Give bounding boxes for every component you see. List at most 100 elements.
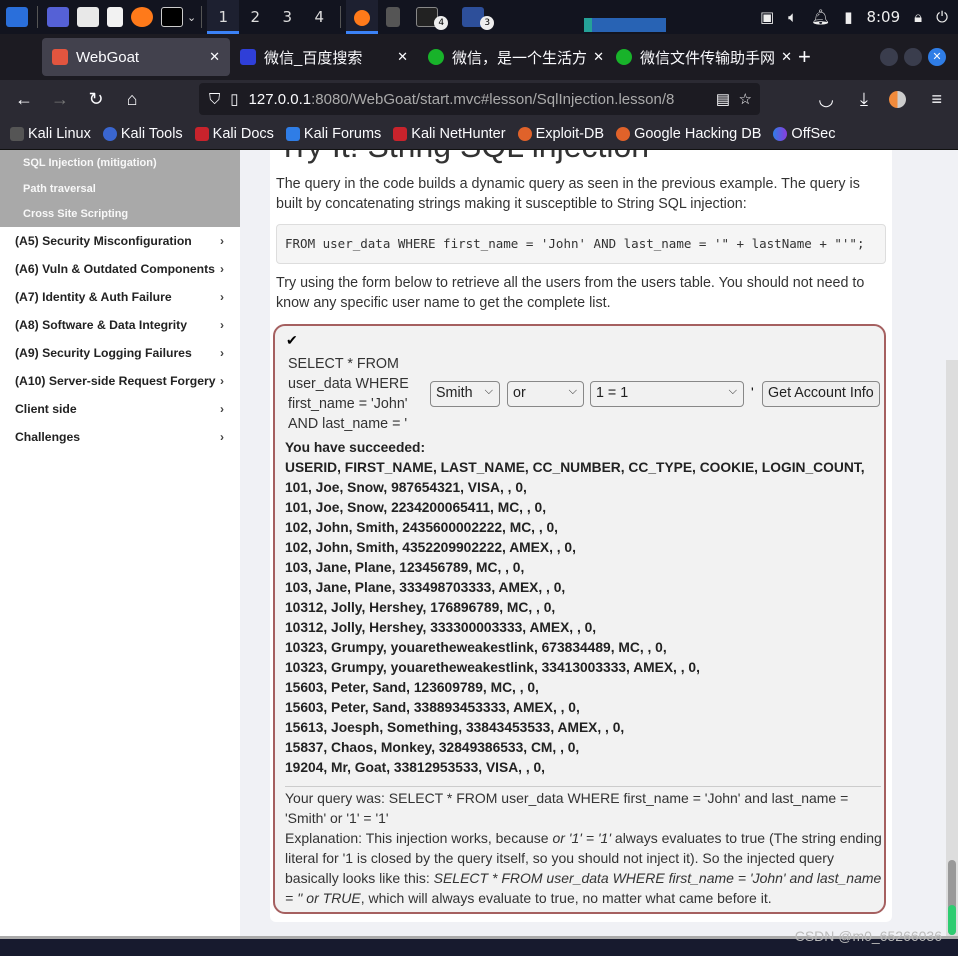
bookmark-kali-linux[interactable]: Kali Linux [10, 126, 91, 142]
page-scrollbar[interactable] [946, 360, 958, 940]
condition-select[interactable]: 1 = 1 ⌵ [590, 381, 744, 407]
home-icon[interactable]: ⌂ [114, 89, 150, 110]
bookmark-kali-tools[interactable]: Kali Tools [102, 126, 183, 142]
logout-icon[interactable]: ⏻ [936, 8, 948, 26]
lock-icon[interactable]: 🔒︎ [914, 8, 922, 26]
operator-select[interactable]: or ⌵ [507, 381, 584, 407]
result-row: 10312, Jolly, Hershey, 333300003333, AME… [285, 620, 597, 635]
reload-icon[interactable]: ↻ [78, 89, 114, 110]
lesson-intro: The query in the code builds a dynamic q… [276, 176, 860, 212]
result-row: 10323, Grumpy, youaretheweakestlink, 673… [285, 640, 667, 655]
volume-icon[interactable]: 🔈︎ [788, 8, 797, 26]
close-window-button[interactable]: ✕ [928, 48, 946, 66]
shield-icon[interactable]: ⛉ [209, 91, 220, 108]
notification-bell-icon[interactable]: 🔔︎ [811, 8, 830, 26]
category-label: Challenges [15, 430, 81, 444]
bookmark-kali-forums[interactable]: Kali Forums [285, 126, 381, 142]
close-tab-icon[interactable]: ✕ [397, 49, 408, 65]
tab-baidu[interactable]: 微信_百度搜索 ✕ [230, 38, 418, 76]
wechat-favicon-icon [616, 49, 632, 65]
url-bar[interactable]: ⛉ ▯ 127.0.0.1:8080/WebGoat/start.mvc#les… [199, 83, 760, 115]
url-text[interactable]: 127.0.0.1:8080/WebGoat/start.mvc#lesson/… [249, 91, 675, 108]
tab-wechat[interactable]: 微信，是一个生活方 ✕ [418, 38, 606, 76]
result-row: 101, Joe, Snow, 2234200065411, MC, , 0, [285, 500, 547, 515]
chevron-right-icon: › [220, 234, 224, 248]
last-name-select[interactable]: Smith ⌵ [430, 381, 500, 407]
success-message: You have succeeded: [285, 440, 426, 455]
workspace-1[interactable]: 1 [207, 0, 240, 34]
chevron-down-icon: ⌵ [484, 385, 493, 397]
sidebar-category[interactable]: (A7) Identity & Auth Failure › [0, 283, 240, 311]
bookmark-google-hacking-db[interactable]: Google Hacking DB [616, 126, 761, 142]
network-icon[interactable]: ▣ [760, 8, 774, 26]
sidebar-category[interactable]: (A9) Security Logging Failures › [0, 339, 240, 367]
sidebar-category[interactable]: Client side › [0, 395, 240, 423]
firefox-icon [354, 9, 371, 26]
result-row: 15837, Chaos, Monkey, 32849386533, CM, ,… [285, 740, 580, 755]
workspace-3[interactable]: 3 [271, 0, 303, 34]
clock[interactable]: 8:09 [866, 8, 900, 26]
firefox-icon[interactable] [131, 7, 153, 27]
pocket-icon[interactable]: ◡ [818, 89, 834, 110]
chevron-down-icon[interactable]: ⌄ [187, 11, 196, 24]
result-row: 15603, Peter, Sand, 338893453333, AMEX, … [285, 700, 580, 715]
back-icon[interactable]: ← [6, 89, 42, 110]
result-row: 19204, Mr, Goat, 33812953533, VISA, , 0, [285, 760, 546, 775]
baidu-favicon-icon [240, 49, 256, 65]
chevron-down-icon: ⌵ [728, 385, 737, 397]
bookmark-kali-nethunter[interactable]: Kali NetHunter [393, 126, 506, 142]
sidebar-category[interactable]: (A8) Software & Data Integrity › [0, 311, 240, 339]
download-icon[interactable]: ⤓ [860, 89, 868, 110]
workspace-2[interactable]: 2 [239, 0, 271, 34]
tab-wechat-file[interactable]: 微信文件传输助手网 ✕ [606, 38, 794, 76]
bookmark-star-icon[interactable]: ☆ [739, 90, 752, 108]
result-row: 15613, Joesph, Something, 33843453533, A… [285, 720, 625, 735]
terminal-icon[interactable] [161, 7, 183, 27]
forward-icon[interactable]: → [42, 89, 78, 110]
desktop-icon[interactable] [47, 7, 69, 27]
tab-label: 微信，是一个生活方 [452, 49, 588, 67]
explanation-text: Explanation: This injection works, becau… [285, 830, 882, 906]
get-account-info-button[interactable]: Get Account Info [762, 381, 880, 407]
close-tab-icon[interactable]: ✕ [209, 49, 220, 65]
bookmark-exploit-db[interactable]: Exploit-DB [517, 126, 604, 142]
sidebar-item-path-traversal[interactable]: Path traversal [0, 181, 240, 207]
category-label: (A10) Server-side Request Forgery [15, 374, 216, 388]
bookmark-kali-docs[interactable]: Kali Docs [194, 126, 274, 142]
result-row: USERID, FIRST_NAME, LAST_NAME, CC_NUMBER… [285, 460, 865, 475]
workspace-4[interactable]: 4 [303, 0, 335, 34]
tab-label: 微信文件传输助手网 [640, 49, 776, 67]
os-taskbar: ⌄ 1 2 3 4 4 3 ▣ 🔈︎ 🔔︎ ▮ 8:09 🔒︎ ⏻ [0, 0, 958, 34]
window-count-badge: 3 [480, 16, 495, 30]
firefox-window-button[interactable] [346, 0, 379, 34]
chevron-right-icon: › [220, 346, 224, 360]
editor-window-icon[interactable] [386, 7, 401, 27]
sidebar-category[interactable]: (A5) Security Misconfiguration › [0, 227, 240, 255]
maximize-button[interactable] [904, 48, 922, 66]
chevron-right-icon: › [220, 262, 224, 276]
reader-view-icon[interactable]: ▤ [711, 90, 730, 108]
page-title: Try It! String SQL injection [278, 150, 649, 165]
minimize-button[interactable] [880, 48, 898, 66]
bookmark-offsec[interactable]: OffSec [773, 126, 835, 142]
kali-menu-icon[interactable] [6, 7, 28, 27]
sidebar-item-sql-injection-mitigation[interactable]: SQL Injection (mitigation) [0, 155, 240, 181]
sidebar-category[interactable]: Challenges › [0, 423, 240, 451]
close-tab-icon[interactable]: ✕ [781, 49, 792, 65]
result-row: 101, Joe, Snow, 987654321, VISA, , 0, [285, 480, 527, 495]
tab-webgoat[interactable]: WebGoat ✕ [42, 38, 230, 76]
close-tab-icon[interactable]: ✕ [593, 49, 604, 65]
result-row: 103, Jane, Plane, 123456789, MC, , 0, [285, 560, 525, 575]
window-count-badge: 4 [434, 16, 449, 30]
account-avatar[interactable] [889, 90, 906, 108]
new-tab-button[interactable]: + [798, 44, 811, 70]
chevron-right-icon: › [220, 290, 224, 304]
menu-icon[interactable]: ≡ [931, 89, 942, 110]
text-editor-icon[interactable] [107, 7, 123, 27]
battery-icon[interactable]: ▮ [844, 8, 852, 26]
file-manager-icon[interactable] [77, 7, 99, 27]
checkmark-icon: ✔ [286, 332, 298, 348]
sidebar-category[interactable]: (A6) Vuln & Outdated Components › [0, 255, 240, 283]
sidebar-category[interactable]: (A10) Server-side Request Forgery › [0, 367, 240, 395]
webgoat-page: SQL Injection (mitigation) Path traversa… [0, 150, 958, 940]
